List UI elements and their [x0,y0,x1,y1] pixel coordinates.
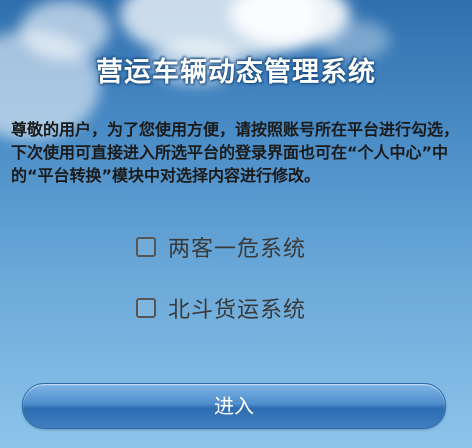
checkbox-beidou-freight[interactable] [136,298,156,318]
enter-button[interactable]: 进入 [22,383,446,429]
checkbox-two-passenger-one-hazard[interactable] [136,237,156,257]
option-label: 北斗货运系统 [168,298,307,323]
option-two-passenger-one-hazard[interactable]: 两客一危系统 [136,232,306,262]
platform-notice-text: 尊敬的用户，为了您使用方便，请按照账号所在平台进行勾选，下次使用可直接进入所选平… [11,120,460,185]
option-label: 两客一危系统 [168,237,307,262]
option-beidou-freight[interactable]: 北斗货运系统 [136,293,306,323]
page-title: 营运车辆动态管理系统 [96,57,376,88]
